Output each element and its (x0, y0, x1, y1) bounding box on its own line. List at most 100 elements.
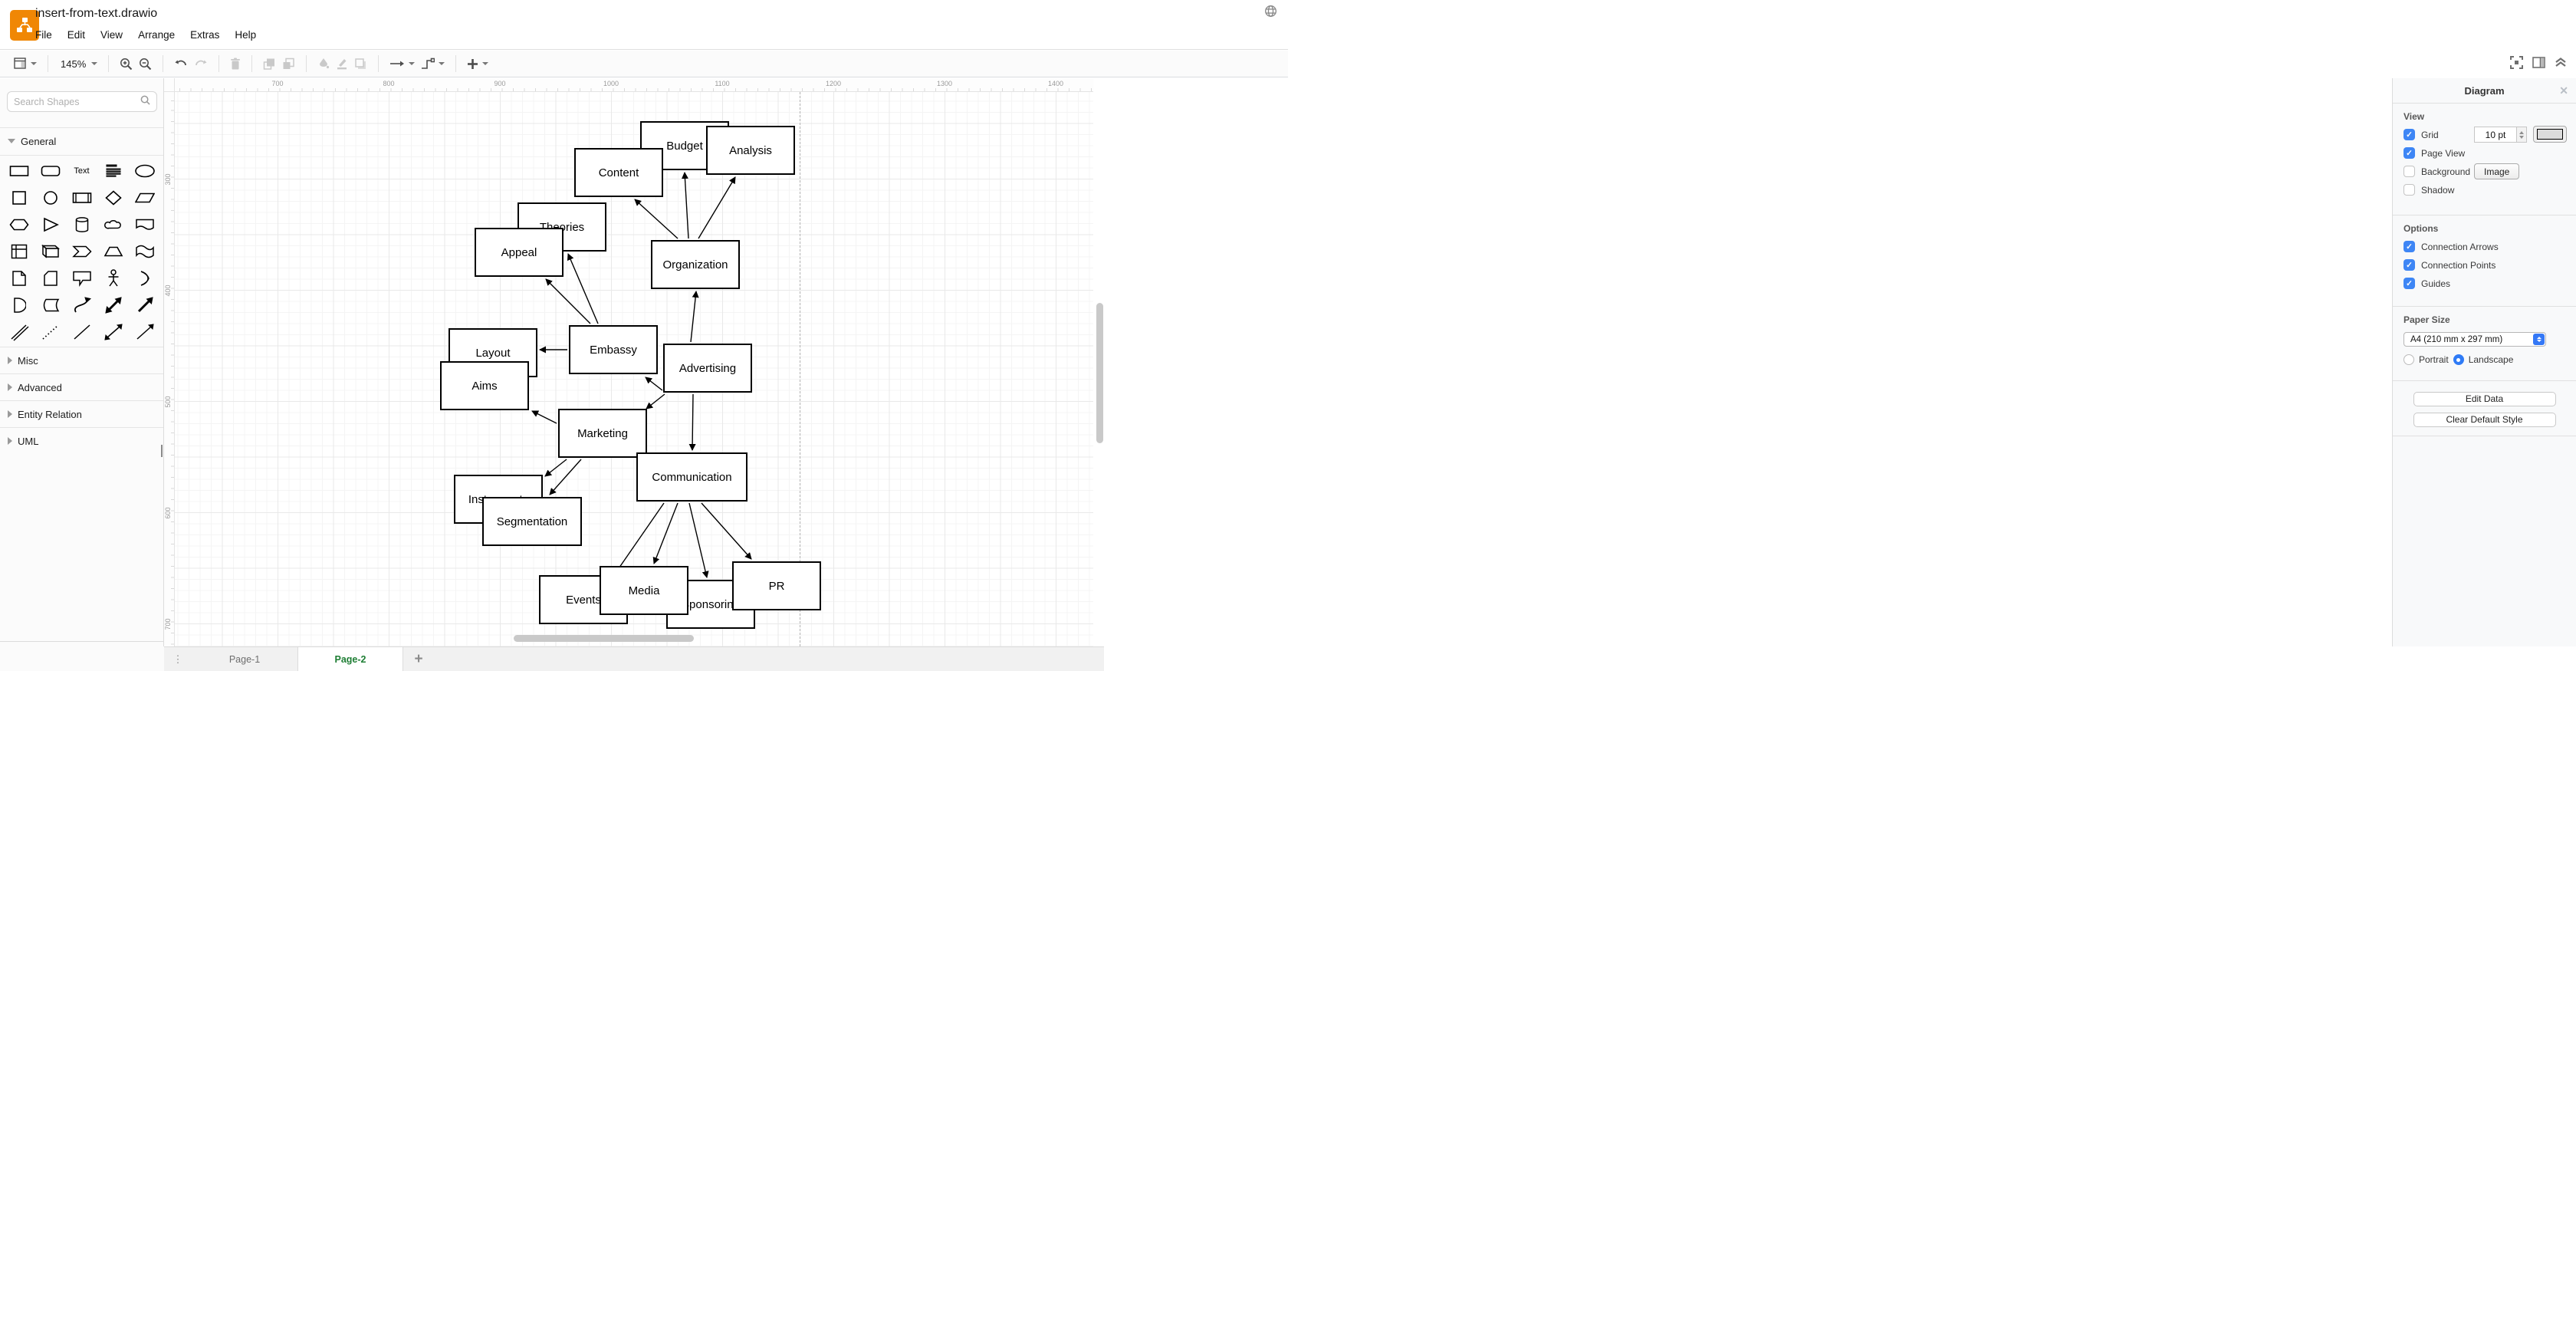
edge-organization-to-content[interactable] (634, 199, 678, 239)
guides-checkbox[interactable]: ✓ (2404, 278, 2415, 289)
shape-parallelogram-icon[interactable] (129, 184, 160, 211)
shape-step-icon[interactable] (66, 238, 97, 265)
portrait-radio[interactable] (2404, 354, 2414, 365)
diagram-canvas[interactable]: Budget Events Sponsoring Media PR Analysis Con… (175, 92, 1093, 646)
edge-advertising-to-communication[interactable] (688, 393, 696, 451)
collapse-toolbar-icon[interactable] (2555, 57, 2567, 71)
delete-button[interactable] (227, 54, 244, 74)
shape-link-icon[interactable] (3, 318, 34, 345)
vertical-scrollbar[interactable] (1096, 303, 1103, 443)
node-communication[interactable]: Communication (636, 452, 748, 502)
node-aims[interactable]: Aims (440, 361, 529, 410)
page-tab-page-1[interactable]: Page-1 (192, 647, 297, 671)
node-appeal[interactable]: Appeal (475, 228, 564, 277)
edge-embassy-to-appeal[interactable] (545, 278, 591, 324)
menu-help[interactable]: Help (235, 29, 256, 41)
zoom-level-dropdown[interactable]: 145% (56, 54, 100, 74)
node-pr[interactable]: PR (732, 561, 821, 610)
page-tab-page-2[interactable]: Page-2 (297, 647, 403, 671)
sidebar-section-advanced[interactable]: Advanced (0, 373, 163, 400)
sidebar-section-entity-relation[interactable]: Entity Relation (0, 400, 163, 427)
format-panel-toggle-icon[interactable] (2532, 56, 2545, 72)
fill-color-button[interactable] (314, 54, 333, 74)
page-view-checkbox[interactable]: ✓ (2404, 147, 2415, 159)
menu-arrange[interactable]: Arrange (138, 29, 175, 41)
shape-or-icon[interactable] (129, 265, 160, 291)
shape-diamond-icon[interactable] (97, 184, 129, 211)
edge-communication-to-sponsoring[interactable] (688, 502, 709, 578)
shape-arrow-icon[interactable] (129, 291, 160, 318)
shape-internal-storage-icon[interactable] (3, 238, 34, 265)
shape-and-icon[interactable] (3, 291, 34, 318)
grid-color-swatch[interactable] (2533, 126, 2567, 143)
search-input[interactable] (14, 96, 140, 107)
shape-ellipse-icon[interactable] (129, 157, 160, 184)
edge-advertising-to-embassy[interactable] (645, 377, 663, 391)
horizontal-scrollbar[interactable] (514, 635, 694, 642)
pages-menu-icon[interactable]: ⋮ (164, 647, 192, 671)
edge-advertising-to-organization[interactable] (690, 291, 699, 343)
insert-button[interactable] (464, 54, 491, 74)
background-checkbox[interactable] (2404, 166, 2415, 177)
node-media[interactable]: Media (600, 566, 688, 615)
shape-process-icon[interactable] (66, 184, 97, 211)
view-layout-button[interactable] (11, 54, 40, 74)
shape-document-icon[interactable] (129, 211, 160, 238)
shape-text-icon[interactable]: Text (66, 157, 97, 184)
paper-size-select[interactable]: A4 (210 mm x 297 mm) (2404, 332, 2546, 347)
menu-view[interactable]: View (100, 29, 123, 41)
connection-style-button[interactable] (386, 54, 418, 74)
shadow-checkbox[interactable] (2404, 184, 2415, 196)
grid-size-stepper[interactable] (2517, 127, 2527, 143)
edge-marketing-to-instruments[interactable] (544, 459, 567, 477)
landscape-radio[interactable] (2453, 354, 2464, 365)
edge-organization-to-budget[interactable] (681, 172, 689, 239)
fit-page-icon[interactable] (2510, 55, 2523, 73)
node-embassy[interactable]: Embassy (569, 325, 658, 374)
connection-arrows-checkbox[interactable]: ✓ (2404, 241, 2415, 252)
sidebar-section-general[interactable]: General (0, 127, 163, 154)
shape-directional-connector-icon[interactable] (129, 318, 160, 345)
edit-data-button[interactable]: Edit Data (2413, 392, 2556, 406)
shape-cloud-icon[interactable] (97, 211, 129, 238)
grid-checkbox[interactable]: ✓ (2404, 129, 2415, 140)
shape-note-icon[interactable] (3, 265, 34, 291)
edge-communication-to-pr[interactable] (701, 502, 752, 560)
shape-circle-icon[interactable] (34, 184, 66, 211)
node-organization[interactable]: Organization (651, 240, 740, 289)
close-icon[interactable]: ✕ (2559, 84, 2568, 97)
zoom-out-button[interactable] (136, 54, 155, 74)
shape-tape-icon[interactable] (129, 238, 160, 265)
redo-button[interactable] (191, 54, 211, 74)
add-page-button[interactable]: + (403, 647, 434, 671)
shape-triangle-icon[interactable] (34, 211, 66, 238)
edge-marketing-to-segmentation[interactable] (549, 459, 582, 495)
shape-search[interactable] (7, 91, 157, 112)
node-segmentation[interactable]: Segmentation (482, 497, 582, 546)
background-image-button[interactable]: Image (2474, 163, 2520, 179)
menu-extras[interactable]: Extras (190, 29, 219, 41)
node-marketing[interactable]: Marketing (558, 409, 647, 458)
node-analysis[interactable]: Analysis (706, 126, 795, 175)
line-color-button[interactable] (333, 54, 351, 74)
shadow-button[interactable] (351, 54, 370, 74)
edge-marketing-to-aims[interactable] (531, 410, 557, 424)
shape-card-icon[interactable] (34, 265, 66, 291)
grid-size-input[interactable]: 10 pt (2474, 127, 2517, 143)
language-globe-icon[interactable] (1264, 5, 1277, 21)
edge-communication-to-events[interactable] (615, 502, 665, 574)
node-content[interactable]: Content (574, 148, 663, 197)
shape-dotted-line-icon[interactable] (34, 318, 66, 345)
waypoint-style-button[interactable] (418, 54, 448, 74)
shape-textbox-icon[interactable] (97, 157, 129, 184)
shape-hexagon-icon[interactable] (3, 211, 34, 238)
node-advertising[interactable]: Advertising (663, 344, 752, 393)
menu-edit[interactable]: Edit (67, 29, 85, 41)
undo-button[interactable] (171, 54, 191, 74)
shape-callout-icon[interactable] (66, 265, 97, 291)
sidebar-section-misc[interactable]: Misc (0, 347, 163, 373)
shape-square-icon[interactable] (3, 184, 34, 211)
menu-file[interactable]: File (35, 29, 52, 41)
shape-actor-icon[interactable] (97, 265, 129, 291)
edge-advertising-to-marketing[interactable] (646, 393, 665, 410)
